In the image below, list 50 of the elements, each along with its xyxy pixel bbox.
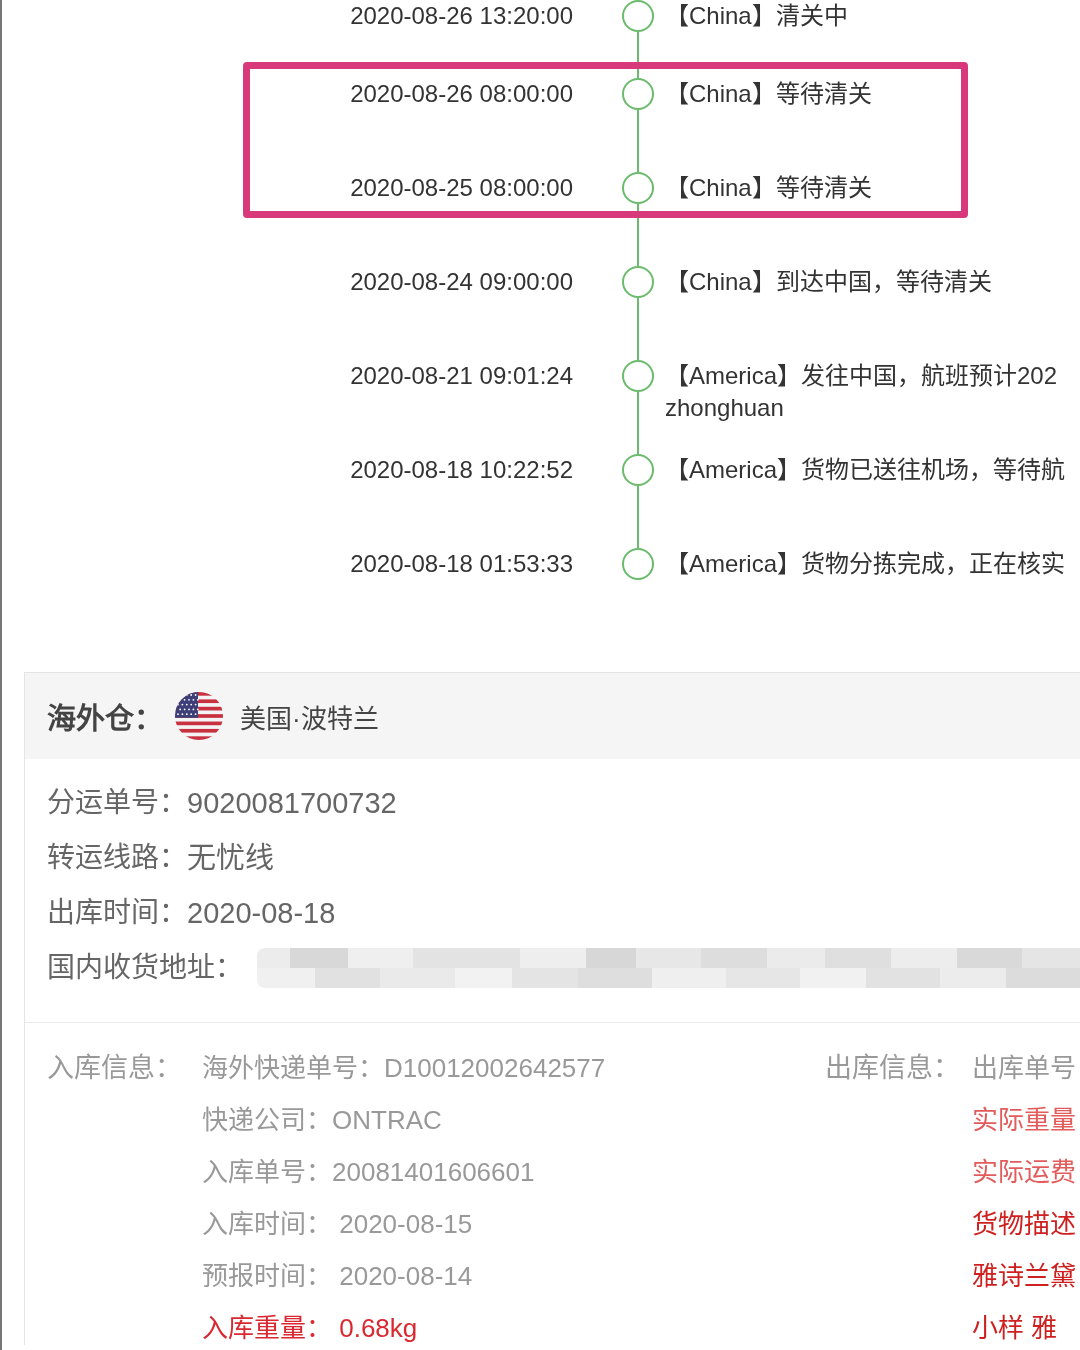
timeline-connector xyxy=(637,486,639,548)
event-text: 【China】等待清关 xyxy=(665,79,872,109)
flag-icon xyxy=(175,692,223,740)
field-label: 转运线路： xyxy=(47,841,187,875)
info-line: 出库单号 xyxy=(972,1052,1076,1085)
timeline-date: 2020-08-21 09:01:24 xyxy=(350,361,573,391)
warehouse-location: 美国·波特兰 xyxy=(240,702,379,735)
timeline-date: 2020-08-18 10:22:52 xyxy=(350,455,573,485)
timeline-date: 2020-08-26 13:20:00 xyxy=(350,1,573,31)
event-text: 【China】等待清关 xyxy=(665,173,872,203)
info-line: 预报时间： 2020-08-14 xyxy=(202,1260,473,1293)
warehouse-title: 海外仓： xyxy=(47,702,163,737)
section-label: 入库信息： xyxy=(47,1052,182,1085)
field-label: 分运单号： xyxy=(47,786,187,820)
ring-node-icon xyxy=(622,172,654,204)
info-line: 货物描述 xyxy=(972,1208,1076,1241)
ring-node-icon xyxy=(622,360,654,392)
info-line: 海外快递单号：D10012002642577 xyxy=(202,1052,606,1085)
info-line: 雅诗兰黛 xyxy=(972,1260,1076,1293)
timeline-connector xyxy=(637,110,639,172)
info-line: 实际重量 xyxy=(972,1104,1076,1137)
field-value: 9020081700732 xyxy=(187,786,397,821)
event-text: 【America】货物分拣完成，正在核实 xyxy=(665,549,1066,579)
event-text: 【America】货物已送往机场，等待航 xyxy=(665,455,1066,485)
timeline-date: 2020-08-25 08:00:00 xyxy=(350,173,573,203)
info-line: 入库重量： 0.68kg xyxy=(202,1312,418,1345)
info-line: 入库单号：20081401606601 xyxy=(202,1156,535,1189)
timeline-connector xyxy=(637,204,639,266)
timeline-date: 2020-08-24 09:00:00 xyxy=(350,267,573,297)
ring-node-icon xyxy=(622,266,654,298)
timeline-date: 2020-08-26 08:00:00 xyxy=(350,79,573,109)
timeline-connector xyxy=(637,298,639,360)
event-text: 【America】发往中国，航班预计202 zhonghuan xyxy=(665,361,1058,423)
timeline-date: 2020-08-18 01:53:33 xyxy=(350,549,573,579)
field-label: 国内收货地址： xyxy=(47,951,243,985)
timeline-connector xyxy=(637,392,639,454)
field-value: 2020-08-18 xyxy=(187,896,336,931)
field-label: 出库时间： xyxy=(47,896,187,930)
ring-node-icon xyxy=(622,78,654,110)
ring-node-icon xyxy=(622,548,654,580)
info-line: 入库时间： 2020-08-15 xyxy=(202,1208,473,1241)
timeline-connector xyxy=(637,32,639,78)
event-text: 【China】清关中 xyxy=(665,1,848,31)
section-label: 出库信息： xyxy=(825,1052,960,1085)
info-line: 实际运费 xyxy=(972,1156,1076,1189)
field-value: 无忧线 xyxy=(187,841,274,876)
ring-node-icon xyxy=(622,454,654,486)
info-line: 快递公司：ONTRAC xyxy=(202,1104,442,1137)
info-line: 小样 雅 xyxy=(972,1312,1058,1345)
event-text: 【China】到达中国，等待清关 xyxy=(665,267,992,297)
